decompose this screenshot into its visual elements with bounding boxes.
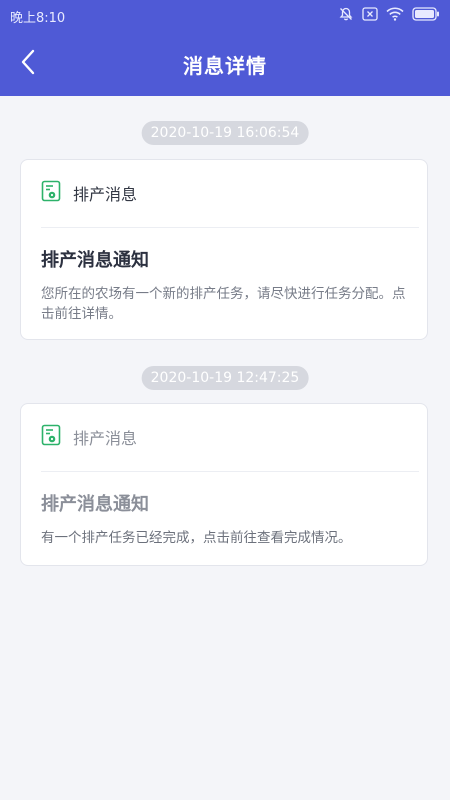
message-timestamp: 2020-10-19 12:47:25: [141, 366, 309, 390]
app-header: 晚上8:10 消息详情: [0, 0, 450, 96]
status-bar: 晚上8:10: [0, 0, 450, 32]
message-card[interactable]: 排产消息 排产消息通知 有一个排产任务已经完成，点击前往查看完成情况。: [20, 403, 428, 566]
mute-icon: [338, 6, 354, 22]
nav-bar: 消息详情: [0, 32, 450, 96]
no-sim-icon: [362, 7, 378, 21]
category-label: 排产消息: [73, 429, 138, 448]
category-label: 排产消息: [73, 185, 138, 204]
message-title: 排产消息通知: [41, 494, 149, 515]
status-time: 晚上8:10: [10, 11, 66, 26]
message-body: 您所在的农场有一个新的排产任务，请尽快进行任务分配。点击前往详情。: [41, 286, 406, 322]
message-body: 有一个排产任务已经完成，点击前往查看完成情况。: [41, 530, 352, 546]
page-title: 消息详情: [183, 54, 267, 78]
message-category: 排产消息: [41, 180, 137, 206]
divider: [41, 227, 419, 228]
message-title: 排产消息通知: [41, 250, 149, 271]
message-card[interactable]: 排产消息 排产消息通知 您所在的农场有一个新的排产任务，请尽快进行任务分配。点击…: [20, 159, 428, 340]
wifi-icon: [386, 7, 404, 21]
message-timestamp: 2020-10-19 16:06:54: [141, 121, 309, 145]
schedule-doc-icon: [41, 424, 61, 450]
message-category: 排产消息: [41, 424, 137, 450]
schedule-doc-icon: [41, 180, 61, 206]
status-icons: [338, 6, 440, 22]
divider: [41, 471, 419, 472]
battery-icon: [412, 7, 440, 21]
